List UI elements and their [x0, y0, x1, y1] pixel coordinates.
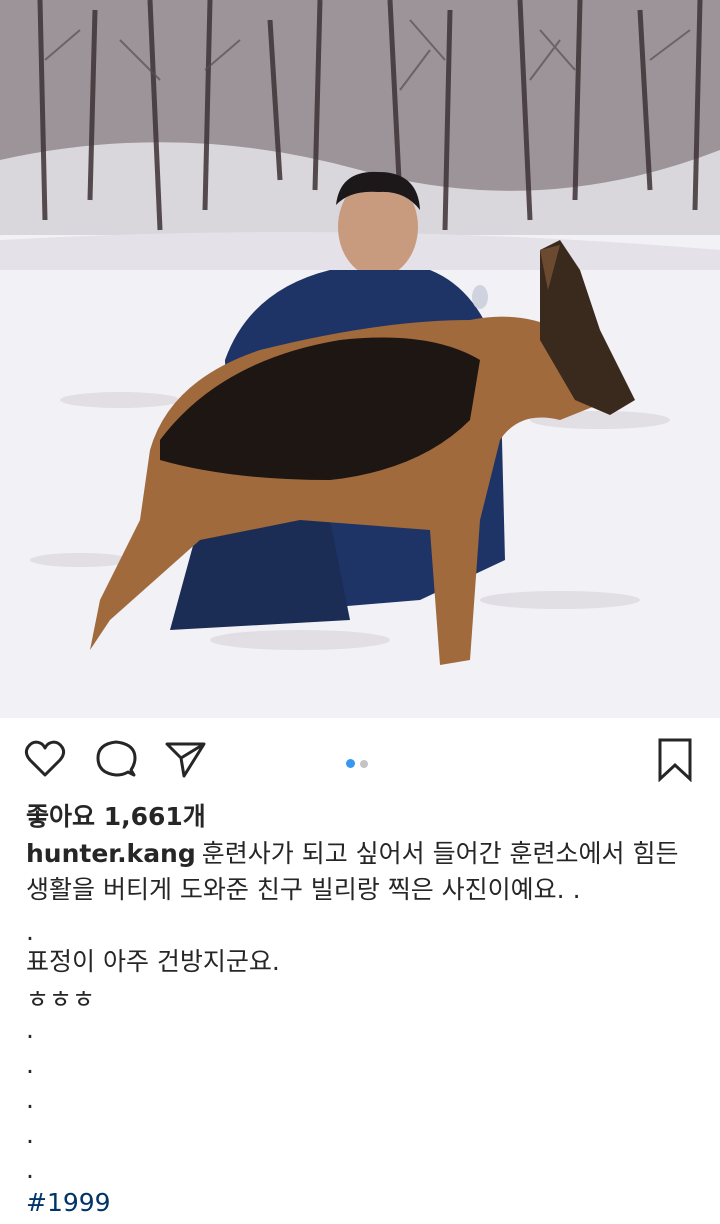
hashtag-link[interactable]: #1999	[26, 1188, 111, 1217]
bookmark-icon[interactable]	[652, 736, 698, 782]
post-photo[interactable]	[0, 0, 720, 718]
likes-count[interactable]: 좋아요 1,661개	[26, 797, 206, 833]
caption-line: .	[26, 1085, 34, 1114]
comment-icon[interactable]	[93, 736, 139, 782]
action-bar	[0, 728, 720, 790]
carousel-dot-active	[346, 759, 355, 768]
caption-line: .	[26, 1155, 34, 1184]
send-icon[interactable]	[162, 736, 208, 782]
caption-line: 표정이 아주 건방지군요.	[26, 947, 280, 976]
carousel-indicator	[346, 753, 373, 768]
caption-line: ㅎㅎㅎ	[26, 985, 96, 1014]
caption-line: .	[26, 1050, 34, 1079]
caption: hunter.kang 훈련사가 되고 싶어서 들어간 훈련소에서 힘든 생활을 …	[26, 836, 696, 908]
caption-line: .	[26, 1120, 34, 1149]
photo-illustration	[0, 0, 720, 718]
heart-icon[interactable]	[22, 736, 68, 782]
instagram-post: 좋아요 1,661개 hunter.kang 훈련사가 되고 싶어서 들어간 훈련…	[0, 0, 720, 1224]
carousel-dot	[360, 760, 368, 768]
username[interactable]: hunter.kang	[26, 839, 196, 868]
caption-line: .	[26, 1015, 34, 1044]
